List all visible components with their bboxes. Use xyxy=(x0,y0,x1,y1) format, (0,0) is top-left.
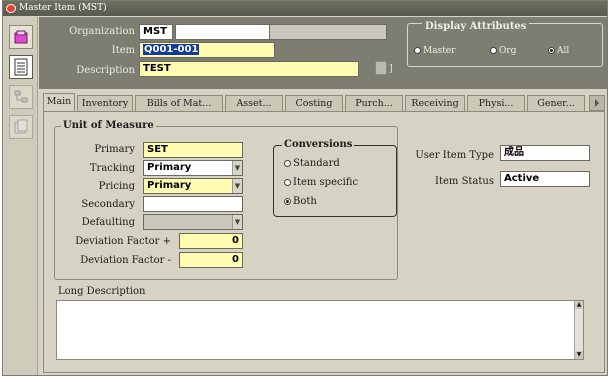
conversions-group: Conversions Standard Item specific Both xyxy=(273,139,397,217)
unit-of-measure-group: Unit of Measure Primary SET Tracking Pri… xyxy=(54,120,398,280)
long-description-label: Long Description xyxy=(58,286,146,297)
chevron-down-icon: ▼ xyxy=(232,215,242,229)
display-attributes-group: Display Attributes Master Org All xyxy=(407,21,603,67)
deviation-plus-field[interactable]: 0 xyxy=(179,233,243,249)
pricing-select[interactable]: Primary ▼ xyxy=(143,178,243,194)
display-master-radio[interactable]: Master xyxy=(414,46,455,56)
tree-icon[interactable] xyxy=(9,85,33,109)
conversion-item-specific-radio[interactable]: Item specific xyxy=(284,177,358,188)
tracking-select[interactable]: Primary ▼ xyxy=(143,160,243,176)
organization-name-field-ext xyxy=(269,24,387,40)
scroll-down-icon[interactable]: ▼ xyxy=(575,351,583,359)
defaulting-select[interactable]: ▼ xyxy=(143,214,243,230)
deviation-minus-label: Deviation Factor - xyxy=(80,255,171,266)
main-tab-panel: Unit of Measure Primary SET Tracking Pri… xyxy=(43,111,605,373)
item-field[interactable]: Q001-001 xyxy=(139,42,275,58)
secondary-uom-field[interactable] xyxy=(143,196,243,212)
description-field[interactable]: TEST xyxy=(139,61,359,77)
scroll-up-icon[interactable]: ▲ xyxy=(575,301,583,309)
item-status-field[interactable]: Active xyxy=(500,171,590,187)
tab-costing[interactable]: Costing xyxy=(285,95,343,111)
pricing-label: Pricing xyxy=(98,181,135,192)
display-org-radio[interactable]: Org xyxy=(490,46,516,56)
tab-strip: Main Inventory Bills of Mat... Asset... … xyxy=(43,93,605,111)
long-description-textarea[interactable]: ▲ ▼ xyxy=(56,300,584,360)
conversion-both-radio[interactable]: Both xyxy=(284,196,317,207)
tab-bills-of-material[interactable]: Bills of Mat... xyxy=(135,95,223,111)
navigator-icon[interactable] xyxy=(9,25,33,49)
tab-physical[interactable]: Physi... xyxy=(467,95,525,111)
long-description-scrollbar[interactable]: ▲ ▼ xyxy=(574,301,583,359)
window-title: Master Item (MST) xyxy=(19,3,107,13)
user-item-type-label: User Item Type xyxy=(415,150,494,161)
title-bar: Master Item (MST) xyxy=(3,1,607,16)
display-attributes-title: Display Attributes xyxy=(422,21,530,32)
unit-of-measure-title: Unit of Measure xyxy=(61,120,156,131)
description-label: Description xyxy=(76,65,135,76)
folder-icon[interactable] xyxy=(9,115,33,139)
primary-uom-field[interactable]: SET xyxy=(143,142,243,158)
chevron-down-icon: ▼ xyxy=(232,179,242,193)
item-value: Q001-001 xyxy=(143,44,200,55)
organization-label: Organization xyxy=(69,26,135,37)
tracking-label: Tracking xyxy=(89,163,135,174)
tab-scroll-right-icon[interactable] xyxy=(589,95,605,111)
master-item-window: Master Item (MST) Organization MST Item … xyxy=(2,0,608,376)
item-status-label: Item Status xyxy=(435,176,494,187)
tab-receiving[interactable]: Receiving xyxy=(405,95,465,111)
conversion-standard-radio[interactable]: Standard xyxy=(284,158,340,169)
organization-name-field[interactable] xyxy=(175,24,269,40)
long-description-group: Long Description ▲ ▼ xyxy=(54,286,600,370)
form-list-icon[interactable] xyxy=(9,55,33,79)
organization-field[interactable]: MST xyxy=(139,24,173,40)
deviation-minus-field[interactable]: 0 xyxy=(179,252,243,268)
display-all-radio[interactable]: All xyxy=(548,46,569,56)
defaulting-label: Defaulting xyxy=(81,217,135,228)
tab-general[interactable]: Gener... xyxy=(527,95,585,111)
tab-asset[interactable]: Asset... xyxy=(225,95,283,111)
item-label: Item xyxy=(111,45,135,56)
deviation-plus-label: Deviation Factor + xyxy=(75,236,171,247)
item-header: Organization MST Item Q001-001 Descripti… xyxy=(39,17,607,89)
tab-main[interactable]: Main xyxy=(43,93,75,111)
primary-uom-label: Primary xyxy=(94,144,135,155)
secondary-uom-label: Secondary xyxy=(81,199,135,210)
chevron-down-icon: ▼ xyxy=(232,161,242,175)
tab-inventory[interactable]: Inventory xyxy=(77,95,133,111)
app-icon xyxy=(6,4,16,13)
description-edit-button[interactable] xyxy=(375,61,387,75)
user-item-type-field[interactable]: 成品 xyxy=(500,145,590,161)
description-ellipsis: ] xyxy=(389,64,393,74)
tab-purchasing[interactable]: Purch... xyxy=(345,95,403,111)
vertical-toolbar xyxy=(4,17,38,375)
conversions-title: Conversions xyxy=(282,139,355,150)
